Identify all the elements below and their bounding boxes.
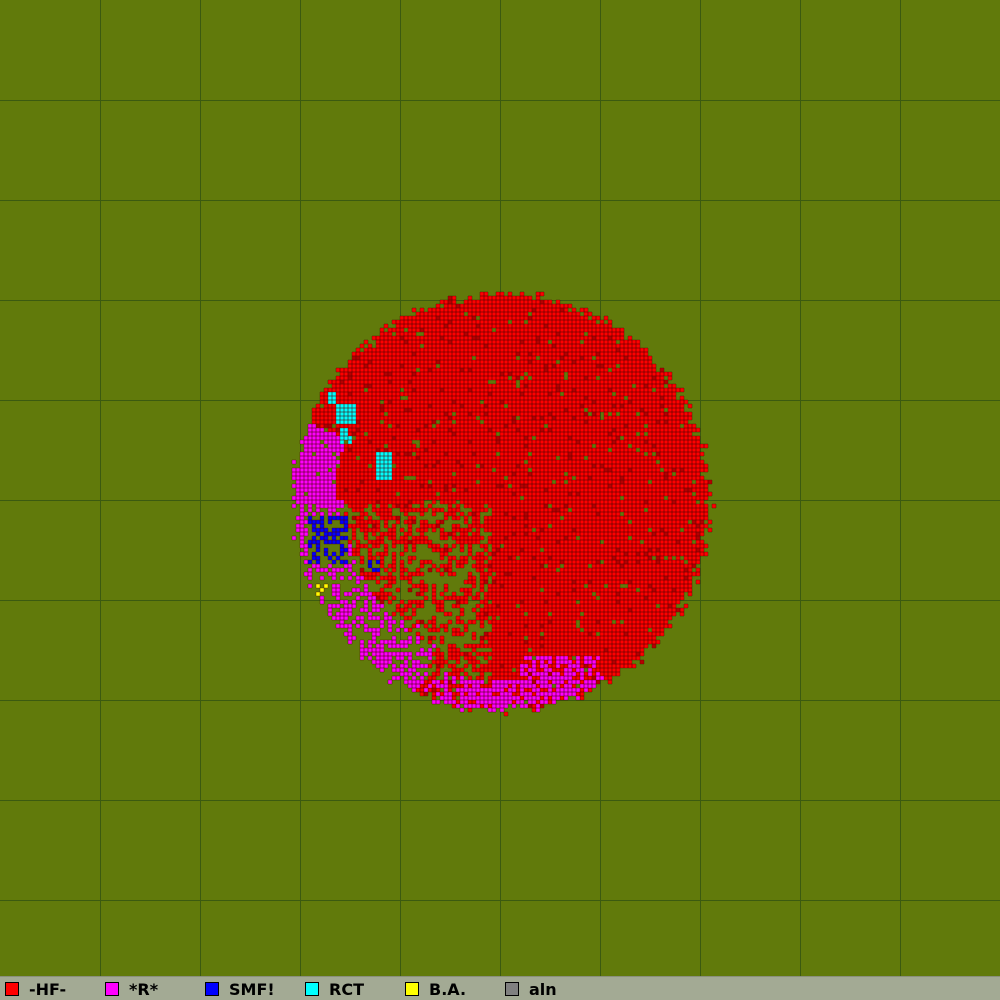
faction-label-smf: SMF!	[229, 979, 275, 999]
faction-label-ba: B.A.	[429, 979, 467, 999]
faction-swatch-r	[105, 982, 119, 996]
legend-item-hf: -HF-	[0, 979, 66, 999]
faction-label-aln: aln	[529, 979, 557, 999]
faction-swatch-rct	[305, 982, 319, 996]
legend-item-rct: RCT	[300, 979, 364, 999]
legend-item-r: *R*	[100, 979, 158, 999]
territory-blob	[291, 291, 717, 717]
faction-label-r: *R*	[129, 979, 159, 999]
legend-item-ba: B.A.	[400, 979, 466, 999]
faction-swatch-hf	[5, 982, 19, 996]
faction-label-rct: RCT	[329, 979, 364, 999]
territory-map-canvas	[0, 0, 1000, 976]
faction-swatch-smf	[205, 982, 219, 996]
territory-ba	[315, 583, 329, 597]
faction-label-hf: -HF-	[29, 979, 67, 999]
legend-item-aln: aln	[500, 979, 557, 999]
faction-legend: -HF- *R* SMF! RCT B.A. aln	[0, 976, 1000, 1000]
faction-swatch-ba	[405, 982, 419, 996]
legend-item-smf: SMF!	[200, 979, 275, 999]
faction-swatch-aln	[505, 982, 519, 996]
territory-map	[0, 0, 1000, 976]
